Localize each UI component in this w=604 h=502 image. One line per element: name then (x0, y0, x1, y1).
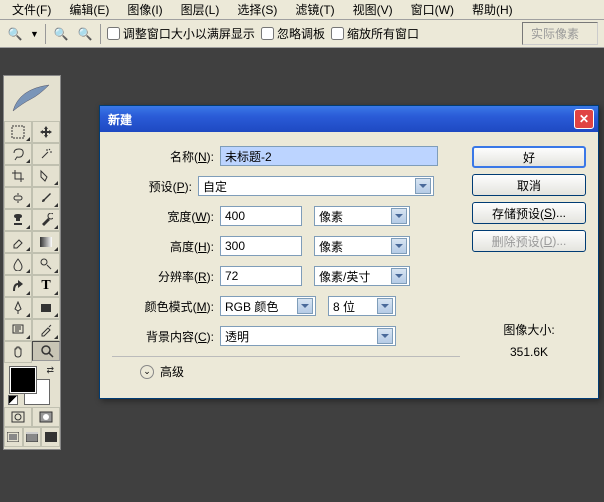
screen-standard-icon[interactable] (4, 427, 23, 447)
dropdown-arrow-icon[interactable]: ▼ (30, 29, 39, 39)
slice-tool[interactable] (32, 165, 60, 187)
height-unit-select[interactable]: 像素 (314, 236, 410, 256)
divider (45, 24, 46, 44)
dialog-title: 新建 (108, 111, 132, 128)
width-label: 宽度(W): (112, 208, 220, 225)
brush-tool[interactable] (32, 187, 60, 209)
new-document-dialog: 新建 ✕ 名称(N): 预设(P): 自定 宽度(W): 像素 高度(H): 像… (99, 105, 599, 399)
screen-full-icon[interactable] (41, 427, 60, 447)
eraser-tool[interactable] (4, 231, 32, 253)
expand-icon: ⌄ (140, 365, 154, 379)
healing-tool[interactable] (4, 187, 32, 209)
menu-help[interactable]: 帮助(H) (464, 0, 521, 20)
divider (100, 24, 101, 44)
zoom-all-windows-checkbox[interactable]: 缩放所有窗口 (331, 25, 419, 42)
move-tool[interactable] (32, 121, 60, 143)
chevron-down-icon (297, 298, 313, 314)
cancel-button[interactable]: 取消 (472, 174, 586, 196)
ignore-palettes-checkbox[interactable]: 忽略调板 (261, 25, 325, 42)
dialog-titlebar[interactable]: 新建 ✕ (100, 106, 598, 132)
swap-colors-icon[interactable]: ⇄ (46, 365, 54, 376)
menu-filter[interactable]: 滤镜(T) (287, 0, 342, 20)
color-mode-select[interactable]: RGB 颜色 (220, 296, 316, 316)
foreground-color-swatch[interactable] (10, 367, 36, 393)
menu-layer[interactable]: 图层(L) (173, 0, 228, 20)
stamp-tool[interactable] (4, 209, 32, 231)
photoshop-logo-icon (4, 76, 60, 121)
menu-image[interactable]: 图像(I) (119, 0, 170, 20)
tools-palette: T ⇄ (3, 75, 61, 450)
shape-tool[interactable] (32, 297, 60, 319)
menu-file[interactable]: 文件(F) (4, 0, 59, 20)
chevron-down-icon (377, 328, 393, 344)
chevron-down-icon (377, 298, 393, 314)
history-brush-tool[interactable] (32, 209, 60, 231)
marquee-tool[interactable] (4, 121, 32, 143)
height-input[interactable] (220, 236, 302, 256)
zoom-out-icon[interactable]: 🔍 (76, 25, 94, 43)
pen-tool[interactable] (4, 297, 32, 319)
options-toolbar: 🔍 ▼ 🔍 🔍 调整窗口大小以满屏显示 忽略调板 缩放所有窗口 实际像素 (0, 20, 604, 48)
blur-tool[interactable] (4, 253, 32, 275)
notes-tool[interactable] (4, 319, 32, 341)
quickmask-mode-icon[interactable] (32, 407, 60, 427)
background-select[interactable]: 透明 (220, 326, 396, 346)
hand-tool[interactable] (4, 341, 32, 363)
close-button[interactable]: ✕ (574, 109, 594, 129)
chevron-down-icon (391, 268, 407, 284)
menu-window[interactable]: 窗口(W) (403, 0, 462, 20)
bit-depth-select[interactable]: 8 位 (328, 296, 396, 316)
eyedropper-tool[interactable] (32, 319, 60, 341)
name-input[interactable] (220, 146, 438, 166)
lasso-tool[interactable] (4, 143, 32, 165)
zoom-tool[interactable] (32, 341, 60, 361)
standard-mode-icon[interactable] (4, 407, 32, 427)
actual-pixels-button[interactable]: 实际像素 (522, 22, 598, 45)
name-label: 名称(N): (112, 148, 220, 165)
dodge-tool[interactable] (32, 253, 60, 275)
preset-select[interactable]: 自定 (198, 176, 434, 196)
chevron-down-icon (415, 178, 431, 194)
resolution-input[interactable] (220, 266, 302, 286)
crop-tool[interactable] (4, 165, 32, 187)
zoom-tool-icon: 🔍 (6, 25, 24, 43)
chevron-down-icon (391, 238, 407, 254)
width-input[interactable] (220, 206, 302, 226)
menu-edit[interactable]: 编辑(E) (61, 0, 117, 20)
type-tool[interactable]: T (32, 275, 60, 297)
width-unit-select[interactable]: 像素 (314, 206, 410, 226)
wand-tool[interactable] (32, 143, 60, 165)
gradient-tool[interactable] (32, 231, 60, 253)
default-colors-icon[interactable] (8, 395, 18, 405)
preset-label: 预设(P): (112, 178, 198, 195)
menu-bar: 文件(F) 编辑(E) 图像(I) 图层(L) 选择(S) 滤镜(T) 视图(V… (0, 0, 604, 20)
background-label: 背景内容(C): (112, 328, 220, 345)
advanced-toggle[interactable]: ⌄ 高级 (140, 363, 460, 380)
delete-preset-button: 删除预设(D)... (472, 230, 586, 252)
screen-menus-icon[interactable] (23, 427, 42, 447)
ok-button[interactable]: 好 (472, 146, 586, 168)
resolution-label: 分辨率(R): (112, 268, 220, 285)
path-tool[interactable] (4, 275, 32, 297)
mode-label: 颜色模式(M): (112, 298, 220, 315)
resolution-unit-select[interactable]: 像素/英寸 (314, 266, 410, 286)
divider (112, 356, 460, 357)
image-size-info: 图像大小: 351.6K (472, 320, 586, 363)
menu-select[interactable]: 选择(S) (229, 0, 285, 20)
zoom-in-icon[interactable]: 🔍 (52, 25, 70, 43)
height-label: 高度(H): (112, 238, 220, 255)
color-swatches: ⇄ (4, 363, 60, 407)
menu-view[interactable]: 视图(V) (345, 0, 401, 20)
fit-screen-checkbox[interactable]: 调整窗口大小以满屏显示 (107, 25, 255, 42)
chevron-down-icon (391, 208, 407, 224)
save-preset-button[interactable]: 存储预设(S)... (472, 202, 586, 224)
